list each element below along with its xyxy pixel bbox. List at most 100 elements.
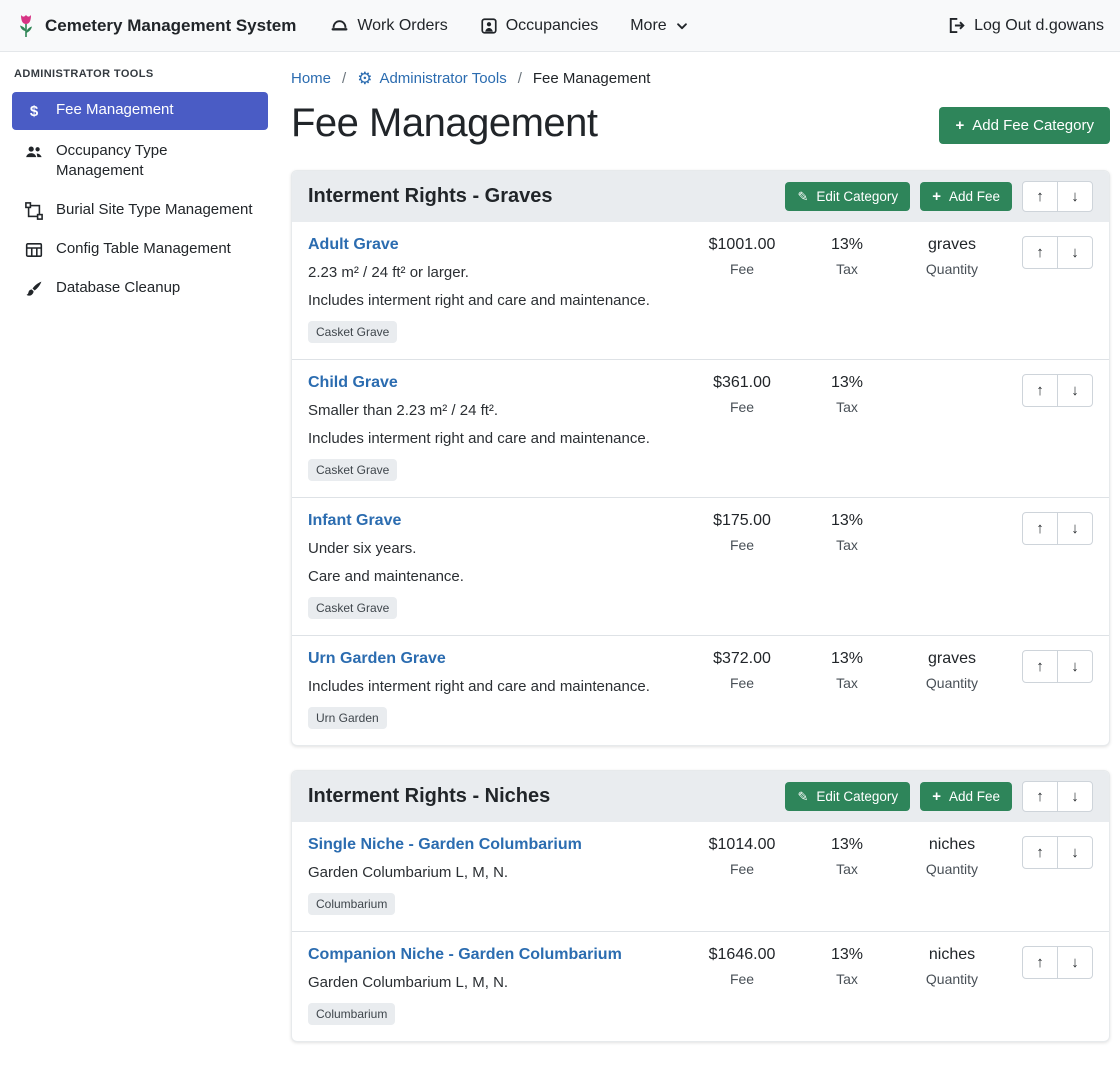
add-fee-button[interactable]: + Add Fee (920, 782, 1012, 811)
arrow-down-icon: ↓ (1071, 383, 1079, 398)
sidebar-item-database-cleanup[interactable]: Database Cleanup (12, 270, 268, 306)
fee-move-down-button[interactable]: ↓ (1057, 236, 1093, 269)
logout-label: Log Out d.gowans (974, 17, 1104, 35)
fee-reorder-group: ↑ ↓ (1007, 650, 1093, 683)
fee-type-badge: Columbarium (308, 1003, 395, 1025)
fee-tax: 13% Tax (797, 836, 897, 877)
fee-description: Smaller than 2.23 m² / 24 ft². (308, 400, 687, 421)
fee-move-up-button[interactable]: ↑ (1022, 946, 1058, 979)
fee-move-down-button[interactable]: ↓ (1057, 836, 1093, 869)
fee-amount-label: Fee (687, 861, 797, 877)
paintbrush-icon (24, 278, 44, 298)
breadcrumb-admin-tools-label: Administrator Tools (379, 70, 506, 87)
occupant-frame-icon (480, 17, 498, 35)
category-move-down-button[interactable]: ↓ (1057, 781, 1093, 812)
fee-move-up-button[interactable]: ↑ (1022, 374, 1058, 407)
nav-more[interactable]: More (630, 17, 688, 35)
fee-move-up-button[interactable]: ↑ (1022, 836, 1058, 869)
fee-name-link[interactable]: Child Grave (308, 374, 398, 392)
category-header: Interment Rights - Niches ✎ Edit Categor… (292, 771, 1109, 822)
fee-amount: $372.00 Fee (687, 650, 797, 691)
top-navbar: Cemetery Management System Work Orders O… (0, 0, 1120, 52)
plus-icon: + (955, 118, 964, 133)
chevron-down-icon (675, 19, 689, 33)
fee-description: Includes interment right and care and ma… (308, 676, 687, 697)
add-fee-category-button[interactable]: + Add Fee Category (939, 107, 1110, 144)
arrow-up-icon: ↑ (1036, 521, 1044, 536)
sidebar-item-label: Database Cleanup (56, 278, 180, 298)
fee-description: Includes interment right and care and ma… (308, 428, 687, 449)
sidebar-item-config-table[interactable]: Config Table Management (12, 231, 268, 267)
nav-occupancies[interactable]: Occupancies (480, 17, 599, 35)
breadcrumb: Home / ⚙ Administrator Tools / Fee Manag… (291, 66, 1110, 91)
nav-work-orders[interactable]: Work Orders (330, 16, 447, 35)
fee-move-up-button[interactable]: ↑ (1022, 650, 1058, 683)
fee-row: Infant Grave Under six years. Care and m… (292, 497, 1109, 635)
admin-sidebar: ADMINISTRATOR TOOLS $ Fee Management Occ… (0, 52, 280, 1066)
fee-move-down-button[interactable]: ↓ (1057, 946, 1093, 979)
fee-name-link[interactable]: Adult Grave (308, 236, 399, 254)
fee-amount-value: $1014.00 (687, 836, 797, 854)
fee-move-down-button[interactable]: ↓ (1057, 650, 1093, 683)
breadcrumb-home-link[interactable]: Home (291, 70, 331, 87)
fee-tax: 13% Tax (797, 236, 897, 277)
add-fee-button[interactable]: + Add Fee (920, 182, 1012, 211)
fee-quantity: niches Quantity (897, 946, 1007, 987)
fee-name-link[interactable]: Companion Niche - Garden Columbarium (308, 946, 622, 964)
fee-type-badge: Columbarium (308, 893, 395, 915)
sidebar-item-burial-site-type[interactable]: Burial Site Type Management (12, 192, 268, 228)
fee-description: Garden Columbarium L, M, N. (308, 862, 687, 883)
edit-category-button[interactable]: ✎ Edit Category (785, 782, 910, 811)
fee-name-link[interactable]: Infant Grave (308, 512, 401, 530)
fee-info: Urn Garden Grave Includes interment righ… (308, 650, 687, 729)
fee-tax-value: 13% (797, 374, 897, 392)
fee-tax-label: Tax (797, 675, 897, 691)
fee-quantity: graves Quantity (897, 236, 1007, 277)
add-fee-category-label: Add Fee Category (972, 117, 1094, 134)
breadcrumb-admin-tools-link[interactable]: ⚙ Administrator Tools (357, 70, 507, 87)
fee-move-up-button[interactable]: ↑ (1022, 512, 1058, 545)
fee-category-card: Interment Rights - Niches ✎ Edit Categor… (291, 770, 1110, 1042)
fee-move-up-button[interactable]: ↑ (1022, 236, 1058, 269)
fee-description: Under six years. (308, 538, 687, 559)
plus-icon: + (932, 189, 941, 204)
fee-name-link[interactable]: Urn Garden Grave (308, 650, 446, 668)
arrow-up-icon: ↑ (1036, 955, 1044, 970)
category-move-up-button[interactable]: ↑ (1022, 781, 1058, 812)
arrow-up-icon: ↑ (1036, 383, 1044, 398)
table-icon (24, 239, 44, 259)
fee-quantity-label: Quantity (897, 971, 1007, 987)
fee-description: Includes interment right and care and ma… (308, 290, 687, 311)
fee-tax-label: Tax (797, 399, 897, 415)
fee-info: Infant Grave Under six years. Care and m… (308, 512, 687, 619)
category-move-down-button[interactable]: ↓ (1057, 181, 1093, 212)
nav-occupancies-label: Occupancies (506, 17, 599, 35)
logout-button[interactable]: Log Out d.gowans (946, 16, 1104, 35)
category-title: Interment Rights - Graves (308, 185, 775, 208)
page-header: Fee Management + Add Fee Category (291, 101, 1110, 146)
fee-row: Companion Niche - Garden Columbarium Gar… (292, 931, 1109, 1041)
fee-move-down-button[interactable]: ↓ (1057, 374, 1093, 407)
fee-quantity-value: niches (897, 836, 1007, 854)
fee-name-link[interactable]: Single Niche - Garden Columbarium (308, 836, 582, 854)
edit-category-button[interactable]: ✎ Edit Category (785, 182, 910, 211)
app-brand[interactable]: Cemetery Management System (16, 13, 296, 39)
fee-amount: $1646.00 Fee (687, 946, 797, 987)
fee-info: Child Grave Smaller than 2.23 m² / 24 ft… (308, 374, 687, 481)
page-title: Fee Management (291, 101, 598, 146)
arrow-up-icon: ↑ (1036, 789, 1044, 804)
nav-work-orders-label: Work Orders (357, 17, 447, 35)
fee-amount: $361.00 Fee (687, 374, 797, 415)
category-title: Interment Rights - Niches (308, 785, 775, 808)
fee-move-down-button[interactable]: ↓ (1057, 512, 1093, 545)
sidebar-item-occupancy-type[interactable]: Occupancy Type Management (12, 133, 268, 189)
fee-amount-label: Fee (687, 399, 797, 415)
category-reorder-group: ↑ ↓ (1022, 781, 1093, 812)
sidebar-item-fee-management[interactable]: $ Fee Management (12, 92, 268, 130)
pencil-icon: ✎ (797, 790, 808, 803)
category-move-up-button[interactable]: ↑ (1022, 181, 1058, 212)
fee-tax: 13% Tax (797, 374, 897, 415)
fee-quantity-value: graves (897, 236, 1007, 254)
fee-type-badge: Casket Grave (308, 321, 397, 343)
fee-tax-value: 13% (797, 512, 897, 530)
